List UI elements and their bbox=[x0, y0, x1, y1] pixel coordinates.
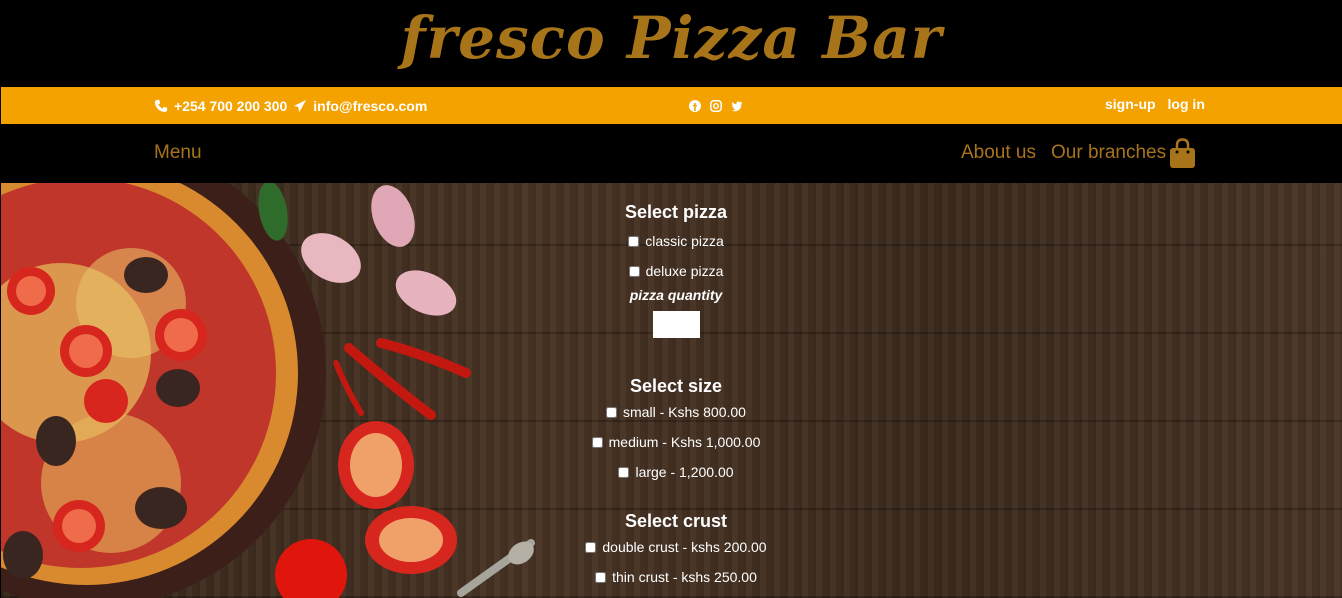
crust-option-double: double crust - kshs 200.00 bbox=[541, 532, 811, 562]
size-option-small: small - Kshs 800.00 bbox=[541, 397, 811, 427]
nav-right-links: About us Our branches bbox=[961, 142, 1166, 164]
signup-link[interactable]: sign-up bbox=[1105, 96, 1156, 112]
pizza-option-deluxe: deluxe pizza bbox=[541, 256, 811, 286]
crust-thin-label: thin crust - kshs 250.00 bbox=[612, 569, 757, 585]
login-link[interactable]: log in bbox=[1168, 96, 1205, 112]
size-medium-label: medium - Kshs 1,000.00 bbox=[608, 434, 761, 450]
pizza-background-image bbox=[1, 183, 535, 598]
social-links bbox=[689, 99, 743, 112]
classic-pizza-checkbox[interactable] bbox=[628, 235, 640, 247]
contact-info: +254 700 200 300 info@fresco.com bbox=[154, 98, 427, 114]
size-medium-checkbox[interactable] bbox=[591, 436, 603, 448]
crust-option-thin: thin crust - kshs 250.00 bbox=[541, 562, 811, 592]
size-option-large: large - 1,200.00 bbox=[541, 457, 811, 487]
size-small-checkbox[interactable] bbox=[606, 406, 618, 418]
pizza-order-form: Select pizza classic pizza deluxe pizza … bbox=[541, 183, 811, 592]
info-bar: +254 700 200 300 info@fresco.com sign-up… bbox=[1, 87, 1342, 124]
main-nav: Menu About us Our branches bbox=[1, 124, 1342, 183]
twitter-icon[interactable] bbox=[731, 99, 743, 112]
auth-links: sign-up log in bbox=[1105, 96, 1205, 112]
deluxe-pizza-checkbox[interactable] bbox=[628, 265, 640, 277]
select-size-heading: Select size bbox=[629, 376, 723, 396]
pizza-quantity-input[interactable] bbox=[652, 311, 700, 338]
size-small-label: small - Kshs 800.00 bbox=[623, 404, 746, 420]
size-large-label: large - 1,200.00 bbox=[635, 464, 734, 480]
hero-section: Select pizza classic pizza deluxe pizza … bbox=[1, 183, 1342, 598]
nav-about-link[interactable]: About us bbox=[961, 142, 1036, 164]
nav-branches-link[interactable]: Our branches bbox=[1051, 142, 1166, 164]
classic-pizza-label: classic pizza bbox=[645, 233, 724, 249]
phone-icon bbox=[154, 99, 168, 113]
select-pizza-heading: Select pizza bbox=[624, 202, 728, 222]
email-address: info@fresco.com bbox=[313, 98, 428, 114]
brand-title: fresco Pizza Bar bbox=[400, 4, 943, 72]
select-crust-heading: Select crust bbox=[624, 511, 728, 531]
deluxe-pizza-label: deluxe pizza bbox=[645, 263, 724, 279]
pizza-quantity-label: pizza quantity bbox=[629, 287, 723, 303]
crust-double-checkbox[interactable] bbox=[585, 541, 597, 553]
pizza-option-classic: classic pizza bbox=[541, 226, 811, 256]
crust-thin-checkbox[interactable] bbox=[595, 571, 607, 583]
phone-number: +254 700 200 300 bbox=[174, 98, 288, 114]
crust-double-label: double crust - kshs 200.00 bbox=[602, 539, 767, 555]
shopping-bag-icon[interactable] bbox=[1169, 138, 1196, 169]
size-option-medium: medium - Kshs 1,000.00 bbox=[541, 427, 811, 457]
size-large-checkbox[interactable] bbox=[618, 466, 630, 478]
brand-header: fresco Pizza Bar bbox=[1, 0, 1342, 87]
paper-plane-icon bbox=[294, 99, 307, 113]
nav-menu-link[interactable]: Menu bbox=[154, 142, 202, 164]
instagram-icon[interactable] bbox=[710, 99, 722, 112]
facebook-icon[interactable] bbox=[689, 99, 701, 112]
